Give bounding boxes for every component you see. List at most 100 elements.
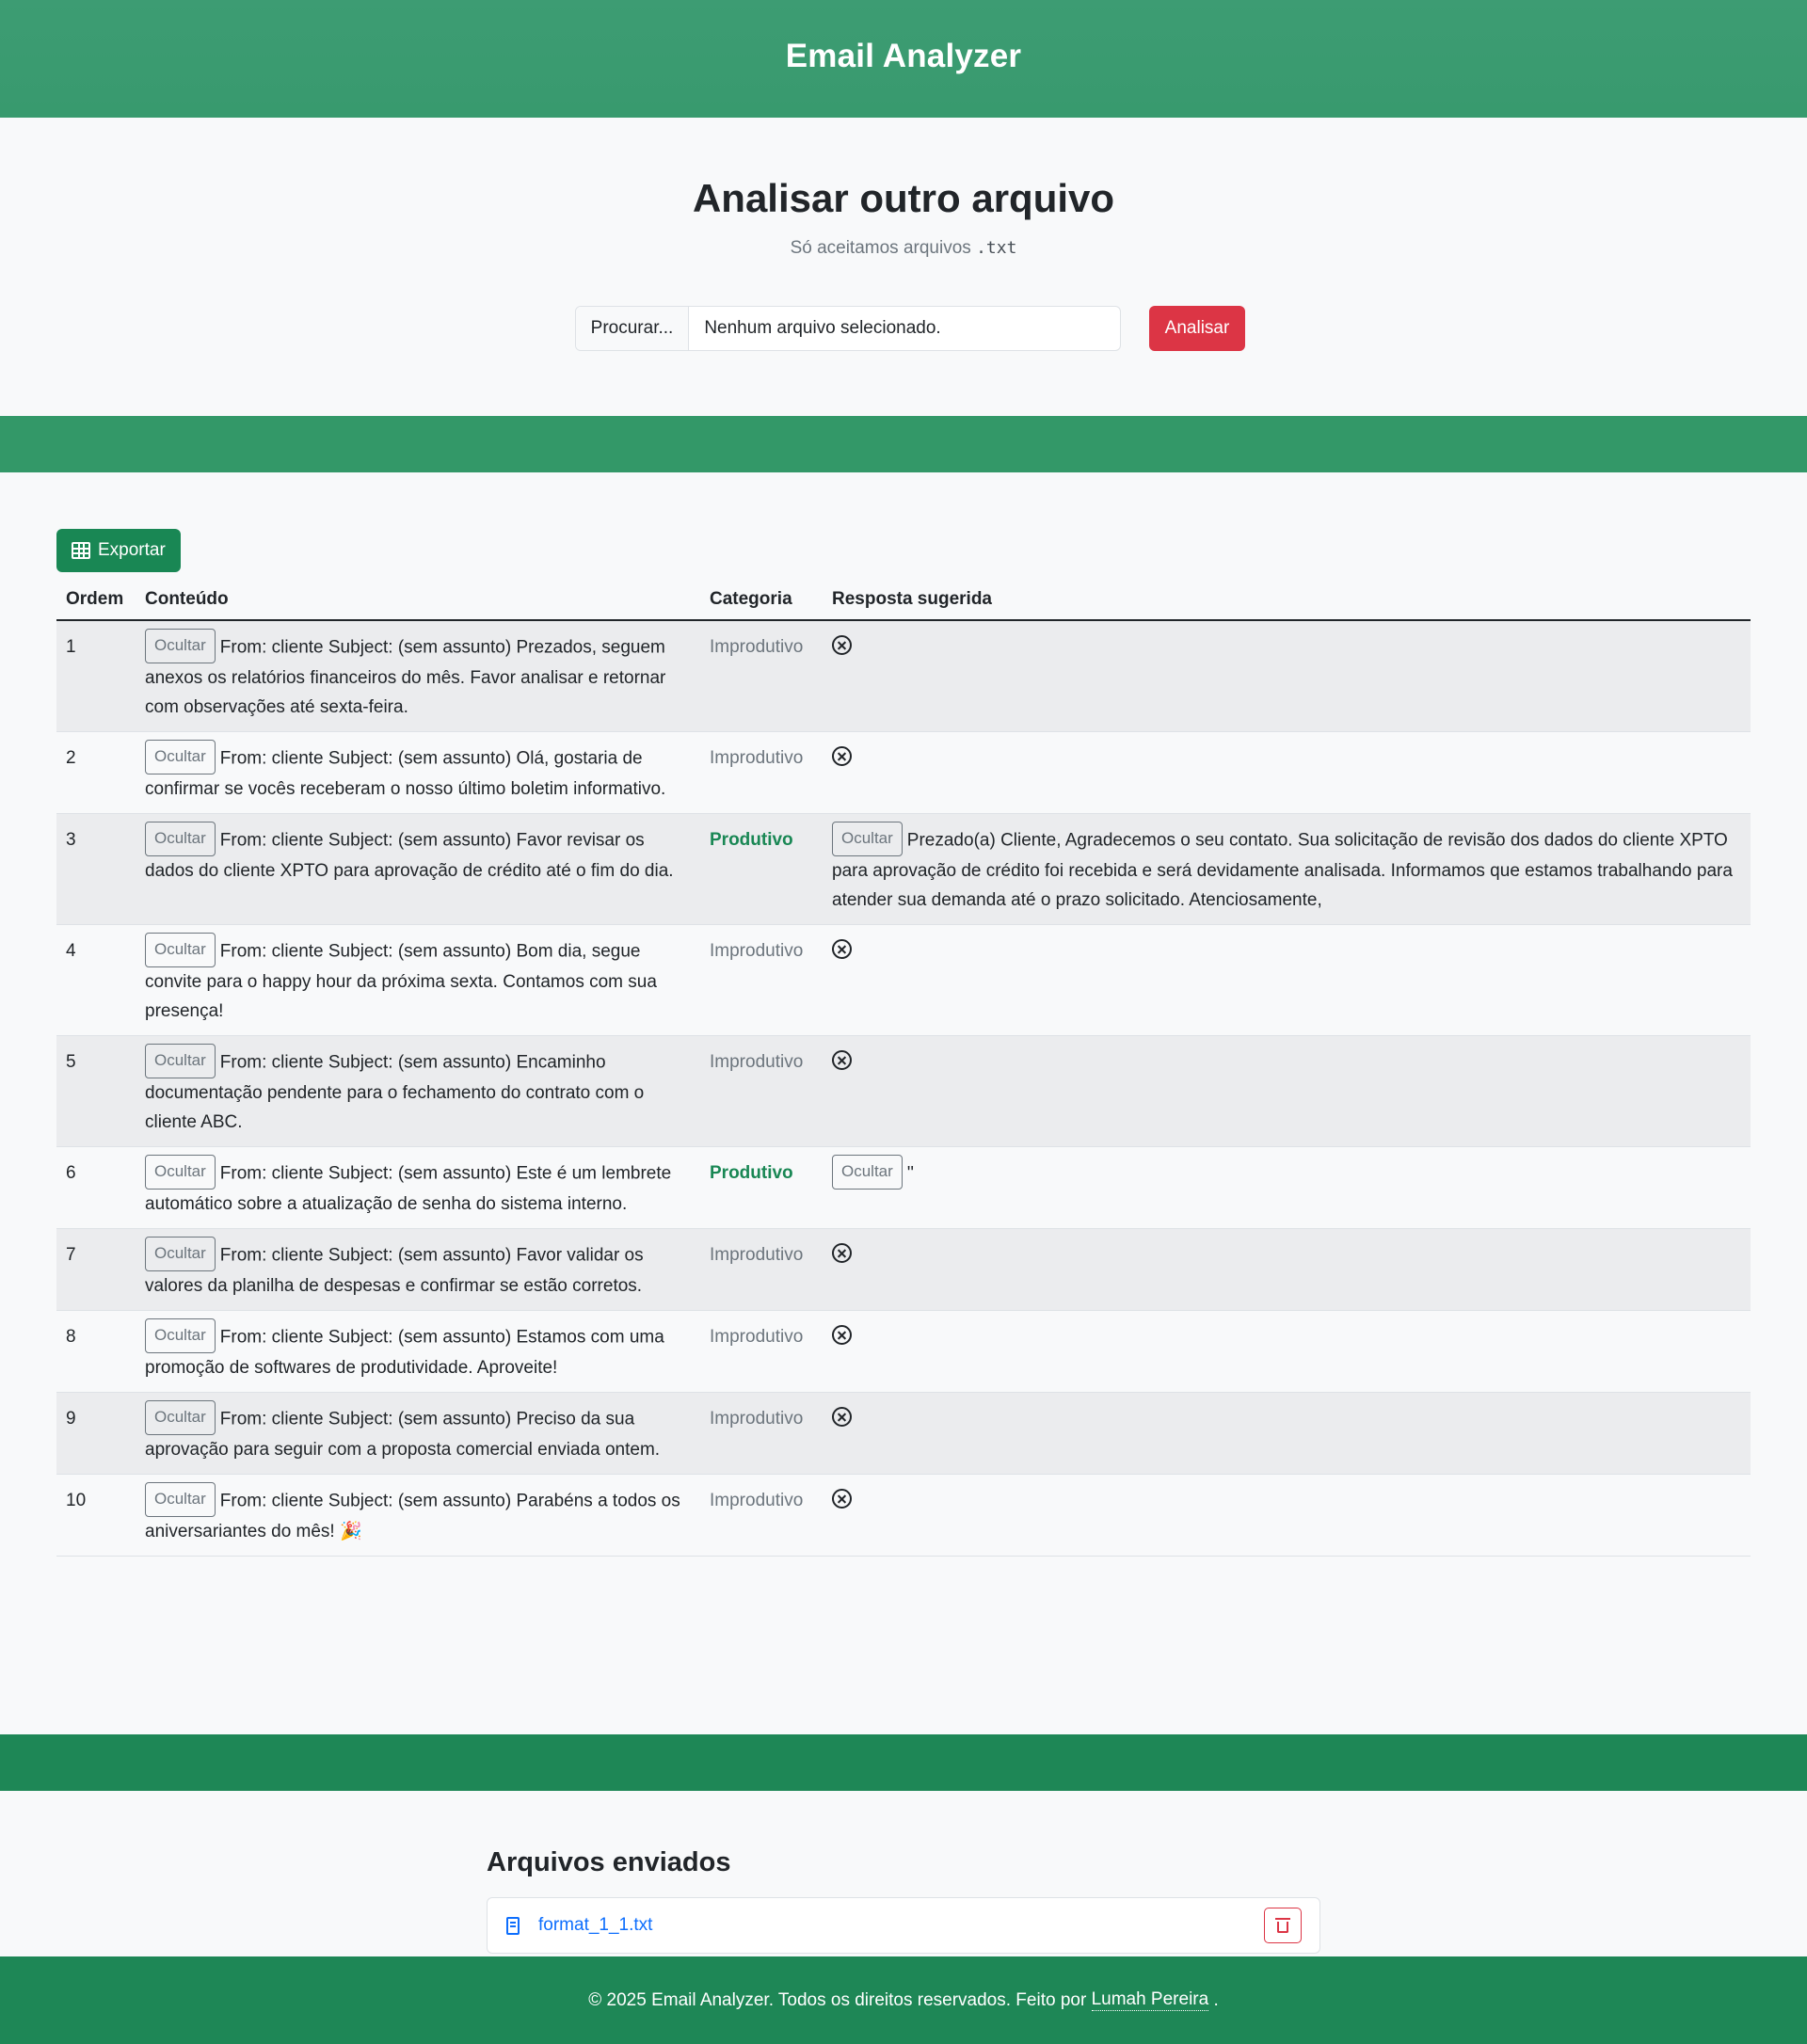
table-row: 6 Ocultar From: cliente Subject: (sem assu… bbox=[56, 1146, 1751, 1229]
analyze-button[interactable]: Analisar bbox=[1148, 306, 1246, 351]
suggested-reply: Prezado(a) Cliente, Agradecemos o seu co… bbox=[832, 830, 1733, 910]
upload-subtitle: Só aceitamos arquivos .txt bbox=[0, 238, 1807, 259]
table-row: 5 Ocultar From: cliente Subject: (sem assu… bbox=[56, 1035, 1751, 1147]
table-icon bbox=[72, 542, 90, 559]
row-order: 10 bbox=[56, 1474, 136, 1557]
no-reply-icon bbox=[832, 1489, 852, 1509]
table-row: 9 Ocultar From: cliente Subject: (sem assu… bbox=[56, 1392, 1751, 1475]
email-content: From: cliente Subject: (sem assunto) Fav… bbox=[145, 830, 674, 881]
hide-content-button[interactable]: Ocultar bbox=[145, 629, 216, 663]
footer-end: . bbox=[1213, 1989, 1219, 2010]
hide-reply-button[interactable]: Ocultar bbox=[832, 822, 903, 856]
hide-content-button[interactable]: Ocultar bbox=[145, 1318, 216, 1353]
table-header-row: Ordem Conteúdo Categoria Resposta sugeri… bbox=[56, 580, 1751, 621]
no-reply-icon bbox=[832, 1050, 852, 1071]
file-input[interactable]: Procurar... Nenhum arquivo selecionado. bbox=[574, 306, 1121, 351]
row-order: 2 bbox=[56, 731, 136, 814]
row-content-cell: Ocultar From: cliente Subject: (sem assun… bbox=[136, 1146, 700, 1229]
row-content-cell: Ocultar From: cliente Subject: (sem assun… bbox=[136, 1474, 700, 1557]
hide-reply-button[interactable]: Ocultar bbox=[832, 1155, 903, 1190]
row-category-cell: Improdutivo bbox=[700, 620, 823, 732]
row-category-cell: Improdutivo bbox=[700, 1392, 823, 1475]
row-order: 8 bbox=[56, 1310, 136, 1393]
document-icon bbox=[506, 1916, 520, 1935]
browse-button[interactable]: Procurar... bbox=[575, 307, 690, 350]
email-content: From: cliente Subject: (sem assunto) Par… bbox=[145, 1491, 680, 1541]
subtitle-extension: .txt bbox=[976, 238, 1017, 258]
row-category-cell: Improdutivo bbox=[700, 1035, 823, 1147]
export-label: Exportar bbox=[98, 540, 166, 560]
column-conteudo: Conteúdo bbox=[136, 580, 700, 621]
top-navbar: Email Analyzer bbox=[0, 0, 1807, 118]
table-row: 10 Ocultar From: cliente Subject: (sem ass… bbox=[56, 1474, 1751, 1557]
hide-content-button[interactable]: Ocultar bbox=[145, 1237, 216, 1271]
category-label: Improdutivo bbox=[710, 1245, 804, 1265]
category-label: Improdutivo bbox=[710, 1491, 804, 1510]
column-ordem: Ordem bbox=[56, 580, 136, 621]
row-reply-cell: Ocultar '' bbox=[823, 1146, 1751, 1229]
delete-file-button[interactable] bbox=[1264, 1908, 1302, 1943]
trash-icon bbox=[1275, 1918, 1290, 1933]
hide-content-button[interactable]: Ocultar bbox=[145, 1482, 216, 1517]
upload-title: Analisar outro arquivo bbox=[692, 176, 1115, 220]
row-content-cell: Ocultar From: cliente Subject: (sem assun… bbox=[136, 1228, 700, 1311]
email-content: From: cliente Subject: (sem assunto) Olá… bbox=[145, 748, 666, 799]
row-order: 4 bbox=[56, 924, 136, 1036]
export-button[interactable]: Exportar bbox=[56, 529, 181, 572]
hide-content-button[interactable]: Ocultar bbox=[145, 1400, 216, 1435]
email-content: From: cliente Subject: (sem assunto) Pre… bbox=[145, 1409, 661, 1460]
row-category-cell: Improdutivo bbox=[700, 731, 823, 814]
no-reply-icon bbox=[832, 746, 852, 767]
row-category-cell: Produtivo bbox=[700, 813, 823, 925]
row-reply-cell bbox=[823, 1474, 1751, 1557]
no-reply-icon bbox=[832, 1407, 852, 1428]
category-label: Improdutivo bbox=[710, 941, 804, 961]
hide-content-button[interactable]: Ocultar bbox=[145, 933, 216, 967]
hide-content-button[interactable]: Ocultar bbox=[145, 1155, 216, 1190]
row-order: 1 bbox=[56, 620, 136, 732]
footer: © 2025 Email Analyzer. Todos os direitos… bbox=[0, 1956, 1807, 2044]
hide-content-button[interactable]: Ocultar bbox=[145, 740, 216, 774]
row-reply-cell bbox=[823, 620, 1751, 732]
author-link[interactable]: Lumah Pereira bbox=[1091, 1989, 1209, 2011]
table-row: 2 Ocultar From: cliente Subject: (sem assu… bbox=[56, 731, 1751, 814]
table-row: 7 Ocultar From: cliente Subject: (sem assu… bbox=[56, 1228, 1751, 1311]
hide-content-button[interactable]: Ocultar bbox=[145, 1044, 216, 1078]
email-content: From: cliente Subject: (sem assunto) Enc… bbox=[145, 1052, 645, 1132]
row-category-cell: Improdutivo bbox=[700, 924, 823, 1036]
row-order: 9 bbox=[56, 1392, 136, 1475]
row-content-cell: Ocultar From: cliente Subject: (sem assun… bbox=[136, 620, 700, 732]
uploaded-file-link[interactable]: format_1_1.txt bbox=[538, 1915, 1264, 1936]
row-reply-cell bbox=[823, 1228, 1751, 1311]
row-reply-cell bbox=[823, 1392, 1751, 1475]
row-content-cell: Ocultar From: cliente Subject: (sem assun… bbox=[136, 1310, 700, 1393]
file-status: Nenhum arquivo selecionado. bbox=[704, 318, 941, 338]
hide-content-button[interactable]: Ocultar bbox=[145, 822, 216, 856]
category-label: Produtivo bbox=[710, 1163, 793, 1183]
brand-title[interactable]: Email Analyzer bbox=[786, 38, 1022, 75]
row-order: 5 bbox=[56, 1035, 136, 1147]
email-content: From: cliente Subject: (sem assunto) Est… bbox=[145, 1163, 672, 1214]
row-reply-cell bbox=[823, 924, 1751, 1036]
column-categoria: Categoria bbox=[700, 580, 823, 621]
footer-text: © 2025 Email Analyzer. Todos os direitos… bbox=[588, 1989, 1087, 2010]
row-order: 6 bbox=[56, 1146, 136, 1229]
table-row: 4 Ocultar From: cliente Subject: (sem assu… bbox=[56, 924, 1751, 1036]
upload-form: Procurar... Nenhum arquivo selecionado. … bbox=[13, 306, 1807, 351]
results-table: Ordem Conteúdo Categoria Resposta sugeri… bbox=[56, 580, 1751, 1557]
row-category-cell: Produtivo bbox=[700, 1146, 823, 1229]
row-order: 7 bbox=[56, 1228, 136, 1311]
row-content-cell: Ocultar From: cliente Subject: (sem assun… bbox=[136, 1035, 700, 1147]
row-content-cell: Ocultar From: cliente Subject: (sem assun… bbox=[136, 924, 700, 1036]
no-reply-icon bbox=[832, 635, 852, 656]
uploaded-files-title: Arquivos enviados bbox=[487, 1847, 731, 1877]
uploaded-file-item: format_1_1.txt bbox=[487, 1897, 1320, 1954]
category-label: Improdutivo bbox=[710, 748, 804, 768]
no-reply-icon bbox=[832, 939, 852, 960]
row-reply-cell bbox=[823, 1035, 1751, 1147]
email-content: From: cliente Subject: (sem assunto) Bom… bbox=[145, 941, 657, 1021]
table-row: 1 Ocultar From: cliente Subject: (sem assu… bbox=[56, 620, 1751, 732]
row-content-cell: Ocultar From: cliente Subject: (sem assun… bbox=[136, 731, 700, 814]
row-reply-cell bbox=[823, 731, 1751, 814]
row-category-cell: Improdutivo bbox=[700, 1310, 823, 1393]
